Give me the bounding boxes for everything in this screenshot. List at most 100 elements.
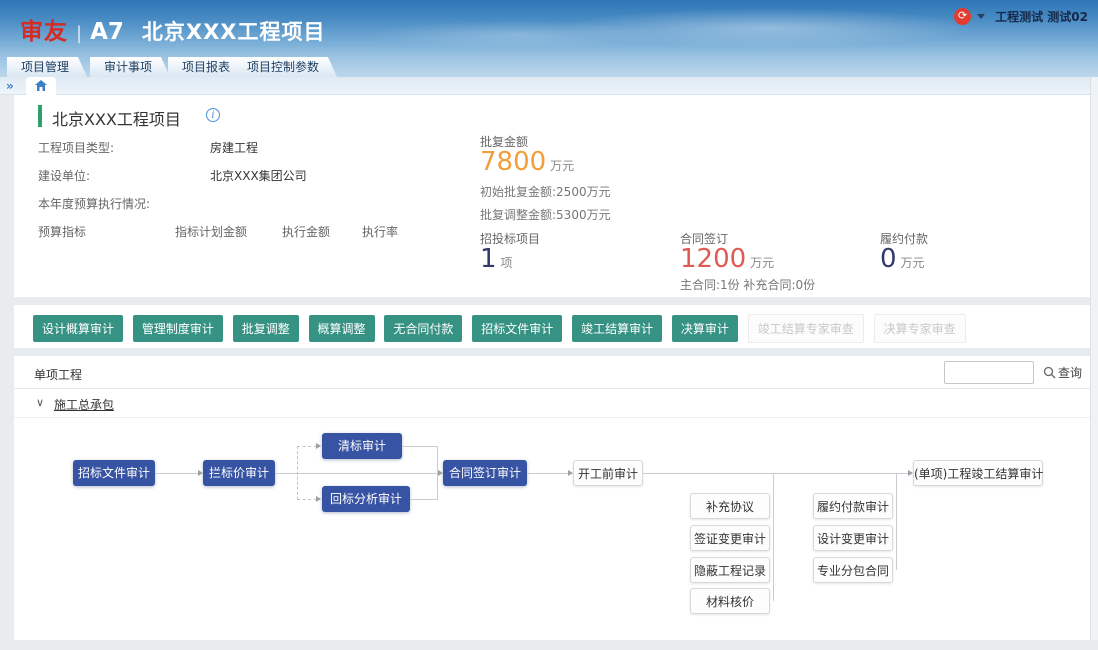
payment-unit: 万元 [901,256,925,270]
tab-control-parameters[interactable]: 项目控制参数 [233,57,337,77]
app-header: 审友 | A7 北京XXX工程项目 ⟳ 工程测试 测试02 [0,0,1098,57]
tab-project-management[interactable]: 项目管理 [7,57,87,77]
flow-node-performance-payment-audit[interactable]: 履约付款审计 [813,493,893,519]
payment-number: 0 [880,244,897,274]
completion-settlement-audit-button[interactable]: 竣工结算审计 [572,315,662,342]
current-user-label: 工程测试 测试02 [995,8,1088,25]
user-area[interactable]: ⟳ 工程测试 测试02 [954,8,1088,25]
final-expert-review-button-disabled: 决算专家审查 [874,314,966,343]
flow-connector [527,473,569,474]
flow-connector [896,474,897,570]
arrow-right-icon [568,470,573,476]
estimate-adjust-button[interactable]: 概算调整 [309,315,375,342]
final-account-audit-button[interactable]: 决算审计 [672,315,738,342]
payment-value: 0 万元 [880,244,925,274]
flow-connector [402,446,437,447]
bidding-unit: 项 [501,256,513,270]
arrow-right-icon [316,443,321,449]
page-title: 北京XXX工程项目 [52,106,181,130]
field-value-type: 房建工程 [210,139,258,156]
breadcrumb-bar: » [0,77,1090,95]
refresh-icon[interactable]: ⟳ [954,8,971,25]
design-estimate-audit-button[interactable]: 设计概算审计 [33,315,123,342]
budget-col-indicator: 预算指标 [38,223,86,240]
brand-name: 审友 [20,12,68,46]
bid-document-audit-button[interactable]: 招标文件审计 [472,315,562,342]
tab-audit-matters[interactable]: 审计事项 [90,57,170,77]
collapse-sidebar-icon[interactable]: » [6,79,14,93]
flow-connector [155,473,199,474]
flow-node-completion-settlement-audit[interactable]: (单项)工程竣工结算审计 [913,460,1043,486]
flow-node-visa-change-audit[interactable]: 签证变更审计 [690,525,770,551]
approval-adjust-button[interactable]: 批复调整 [233,315,299,342]
approval-amount-value: 7800 万元 [480,147,574,177]
contract-value: 1200 万元 [680,244,774,274]
contract-detail-text: 主合同:1份 补充合同:0份 [680,276,815,293]
product-name: A7 [90,19,124,45]
initial-approval-text: 初始批复金额:2500万元 [480,183,611,200]
search-icon [1043,366,1056,379]
flow-branch-line [297,499,317,500]
vertical-scrollbar[interactable] [1090,77,1098,650]
main-tab-bar: 项目管理 审计事项 项目报表 项目控制参数 [0,57,1098,77]
management-system-audit-button[interactable]: 管理制度审计 [133,315,223,342]
chevron-down-icon[interactable]: ∨ [36,396,44,409]
budget-col-executed: 执行金额 [282,223,330,240]
info-icon[interactable]: i [206,108,220,122]
settlement-expert-review-button-disabled: 竣工结算专家审查 [748,314,864,343]
approval-amount-number: 7800 [480,147,546,177]
contract-number: 1200 [680,244,746,274]
cloud-decoration [368,20,668,50]
flow-connector [643,473,909,474]
project-summary-panel: 北京XXX工程项目 i 工程项目类型: 房建工程 建设单位: 北京XXX集团公司… [14,95,1090,297]
group-link[interactable]: 施工总承包 [54,396,114,413]
adjusted-approval-text: 批复调整金额:5300万元 [480,206,611,223]
flow-node-material-pricing[interactable]: 材料核价 [690,588,770,614]
flow-connector [437,446,438,500]
flow-node-subcontract[interactable]: 专业分包合同 [813,557,893,583]
flow-connector [773,474,774,601]
header-project-title: 北京XXX工程项目 [142,16,326,46]
title-accent-bar [38,105,42,127]
chevron-down-icon[interactable] [977,14,985,19]
arrow-right-icon [438,470,443,476]
field-label-type: 工程项目类型: [38,139,114,156]
budget-col-plan: 指标计划金额 [175,223,247,240]
search-button-label: 查询 [1058,364,1082,381]
arrow-right-icon [198,470,203,476]
arrow-right-icon [908,470,913,476]
flow-branch-line [297,446,317,447]
bidding-number: 1 [480,244,497,274]
single-project-header-row: 单项工程 查询 [14,356,1090,389]
flow-node-bid-document-audit[interactable]: 招标文件审计 [73,460,155,486]
flow-node-bid-clarify-audit[interactable]: 清标审计 [322,433,402,459]
flow-node-bid-ceiling-audit[interactable]: 拦标价审计 [203,460,275,486]
flow-connector [410,499,437,500]
single-project-label: 单项工程 [34,366,82,383]
contract-unit: 万元 [750,256,774,270]
flow-connector [275,473,438,474]
search-input[interactable] [944,361,1034,384]
flow-node-contract-sign-audit[interactable]: 合同签订审计 [443,460,527,486]
app-logo: 审友 | A7 北京XXX工程项目 [20,12,325,46]
no-contract-payment-button[interactable]: 无合同付款 [384,315,462,342]
flow-node-supplement-agreement[interactable]: 补充协议 [690,493,770,519]
page-bottom-gap [0,640,1098,650]
audit-actions-panel: 设计概算审计 管理制度审计 批复调整 概算调整 无合同付款 招标文件审计 竣工结… [14,305,1090,348]
flow-node-pre-construction-audit[interactable]: 开工前审计 [573,460,643,486]
field-label-budget-exec: 本年度预算执行情况: [38,195,150,212]
approval-amount-unit: 万元 [550,159,574,173]
arrow-right-icon [316,496,321,502]
field-value-owner: 北京XXX集团公司 [210,167,307,184]
group-header-row: ∨ 施工总承包 [14,389,1090,418]
home-icon [35,80,47,91]
single-project-panel: 单项工程 查询 ∨ 施工总承包 招标文件审计 拦标价审计 清标审计 回标分析审计… [14,356,1090,640]
bidding-value: 1项 [480,244,513,274]
flow-node-hidden-works-record[interactable]: 隐蔽工程记录 [690,557,770,583]
budget-col-rate: 执行率 [362,223,398,240]
flow-node-bid-analysis-audit[interactable]: 回标分析审计 [322,486,410,512]
home-tab[interactable] [26,77,56,95]
search-button[interactable]: 查询 [1043,364,1082,381]
field-label-owner: 建设单位: [38,167,90,184]
flow-node-design-change-audit[interactable]: 设计变更审计 [813,525,893,551]
